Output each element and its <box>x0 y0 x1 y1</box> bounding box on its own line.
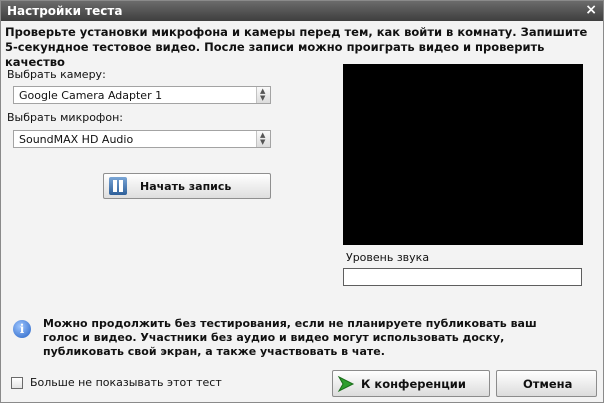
title-bar[interactable]: Настройки теста × <box>1 1 603 21</box>
camera-select-value: Google Camera Adapter 1 <box>19 89 163 102</box>
start-recording-button[interactable]: Начать запись <box>103 173 271 199</box>
camera-select-spinner[interactable]: ▲ ▼ <box>256 87 270 103</box>
info-icon: i <box>13 320 31 338</box>
microphone-select[interactable]: SoundMAX HD Audio ▲ ▼ <box>13 130 271 148</box>
to-conference-label: К конференции <box>361 377 466 391</box>
pause-icon <box>109 177 127 195</box>
sound-level-label: Уровень звука <box>346 251 430 264</box>
spin-down-icon: ▼ <box>260 138 266 146</box>
video-preview <box>343 64 583 245</box>
dont-show-checkbox[interactable] <box>11 377 23 389</box>
close-icon[interactable]: × <box>585 2 597 18</box>
spin-down-icon: ▼ <box>260 94 266 102</box>
cancel-button[interactable]: Отмена <box>496 370 597 397</box>
to-conference-button[interactable]: К конференции <box>332 370 490 397</box>
cancel-label: Отмена <box>523 377 573 391</box>
start-recording-label: Начать запись <box>140 180 232 193</box>
dont-show-label[interactable]: Больше не показывать этот тест <box>30 376 222 389</box>
microphone-select-spinner[interactable]: ▲ ▼ <box>256 131 270 147</box>
microphone-select-value: SoundMAX HD Audio <box>19 133 134 146</box>
camera-label: Выбрать камеру: <box>7 68 106 81</box>
microphone-label: Выбрать микрофон: <box>7 111 123 124</box>
sound-level-meter <box>343 268 582 286</box>
dialog-title: Настройки теста <box>7 4 123 18</box>
green-arrow-icon <box>337 375 355 393</box>
camera-select[interactable]: Google Camera Adapter 1 ▲ ▼ <box>13 86 271 104</box>
settings-dialog: Настройки теста × Проверьте установки ми… <box>0 0 604 403</box>
info-text: Можно продолжить без тестирования, если … <box>43 317 537 358</box>
